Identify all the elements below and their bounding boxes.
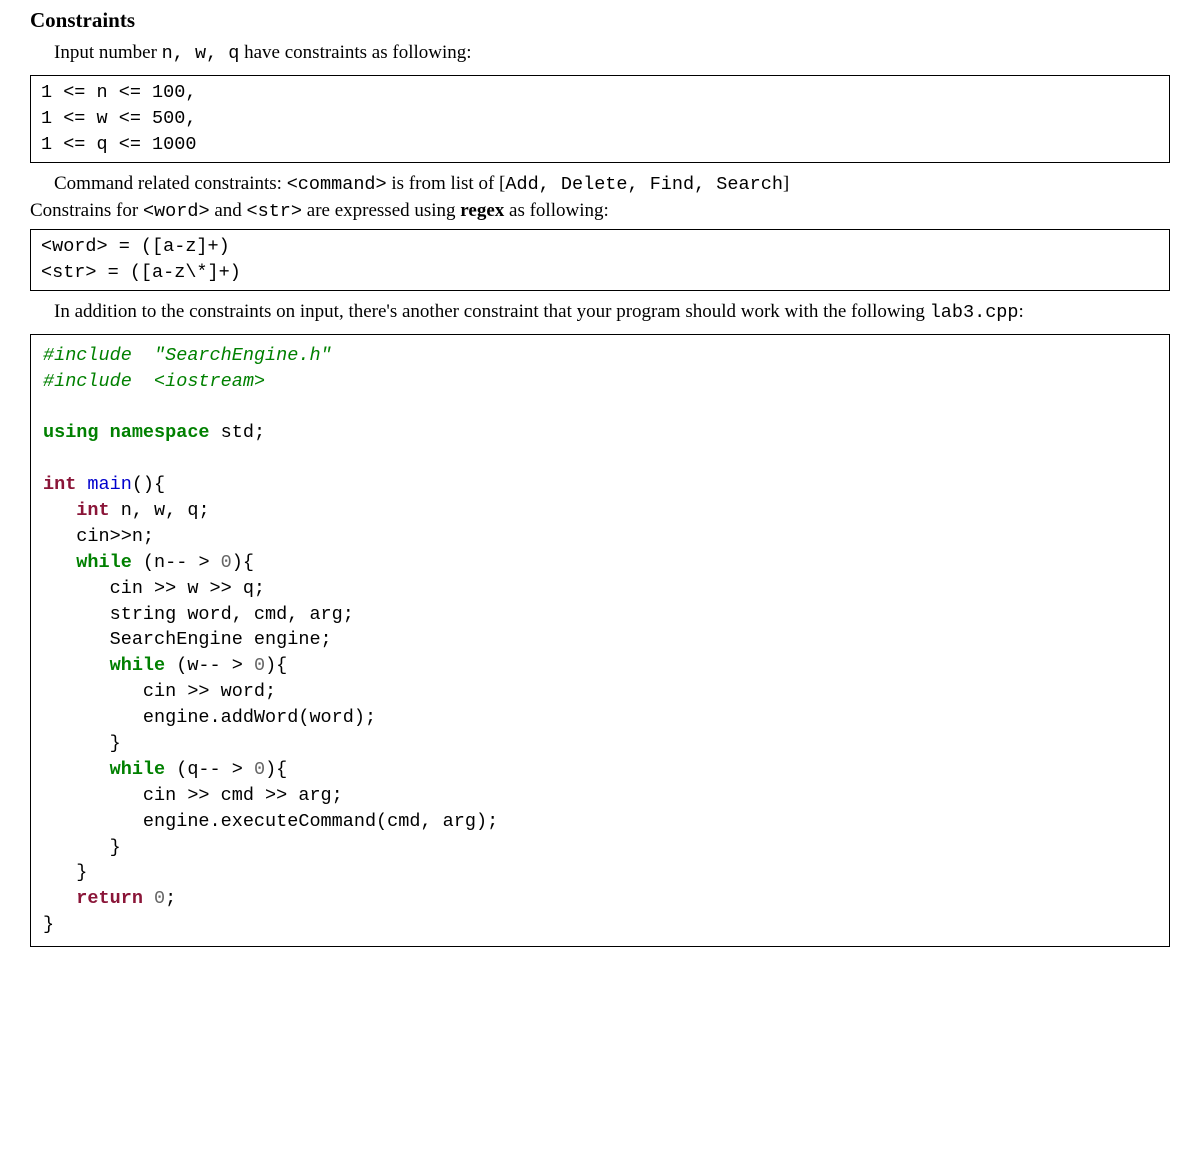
- code-l5b: n, w, q;: [110, 500, 210, 521]
- code-l6: cin>>n;: [43, 526, 154, 547]
- regex-word: regex: [460, 200, 504, 221]
- intro-pre: Input number: [54, 42, 162, 63]
- code-l7b: (n-- >: [132, 552, 221, 573]
- code-l11b: (w-- >: [165, 655, 254, 676]
- code-l18: }: [43, 837, 121, 858]
- constr2-mid: are expressed using: [302, 200, 460, 221]
- code-listing: #include "SearchEngine.h" #include <iost…: [30, 334, 1170, 947]
- code-l20a: return: [43, 888, 143, 909]
- code-l3a: using: [43, 422, 99, 443]
- code-l4a: int: [43, 474, 76, 495]
- intro-post: have constraints as following:: [239, 42, 471, 63]
- code-l2b: <iostream>: [143, 371, 265, 392]
- cmd-post: ]: [783, 173, 789, 194]
- constraints-box-1: 1 <= n <= 100, 1 <= w <= 500, 1 <= q <= …: [30, 75, 1170, 163]
- lab3-filename: lab3.cpp: [930, 302, 1019, 323]
- addl-1: In addition to the constraints on input,…: [54, 301, 930, 322]
- command-constraints-paragraph: Command related constraints: <command> i…: [30, 171, 1170, 225]
- code-l11a: while: [43, 655, 165, 676]
- code-l4c: (){: [132, 474, 165, 495]
- section-title: Constraints: [30, 6, 1170, 34]
- additional-constraint-paragraph: In addition to the constraints on input,…: [30, 299, 1170, 326]
- code-l9: string word, cmd, arg;: [43, 604, 354, 625]
- code-l12: cin >> word;: [43, 681, 276, 702]
- code-l15b: (q-- >: [165, 759, 254, 780]
- cmd-pre: Command related constraints:: [54, 173, 287, 194]
- constr2-post: as following:: [504, 200, 609, 221]
- code-l7c: 0: [221, 552, 232, 573]
- intro-vars: n, w, q: [162, 43, 240, 64]
- code-l5a: int: [43, 500, 110, 521]
- code-l19: }: [43, 862, 87, 883]
- constr2-and: and: [210, 200, 247, 221]
- code-l2a: #include: [43, 371, 143, 392]
- constr2-pre: Constrains for: [30, 200, 143, 221]
- word-tag: <word>: [143, 201, 210, 222]
- code-l7a: while: [43, 552, 132, 573]
- code-l7d: ){: [232, 552, 254, 573]
- code-l13: engine.addWord(word);: [43, 707, 376, 728]
- code-l17: engine.executeCommand(cmd, arg);: [43, 811, 498, 832]
- code-l14: }: [43, 733, 121, 754]
- code-l3c: std;: [210, 422, 266, 443]
- code-l21: }: [43, 914, 54, 935]
- command-list: Add, Delete, Find, Search: [505, 174, 783, 195]
- code-l1b: "SearchEngine.h": [143, 345, 332, 366]
- code-l4b: main: [76, 474, 132, 495]
- code-l8: cin >> w >> q;: [43, 578, 265, 599]
- cmd-mid: is from list of [: [387, 173, 506, 194]
- constraints-box-2: <word> = ([a-z]+) <str> = ([a-z\*]+): [30, 229, 1170, 291]
- addl-2: :: [1019, 301, 1024, 322]
- code-l20b: 0: [143, 888, 165, 909]
- code-l11d: ){: [265, 655, 287, 676]
- code-l10: SearchEngine engine;: [43, 629, 332, 650]
- code-l3b: namespace: [99, 422, 210, 443]
- intro-paragraph: Input number n, w, q have constraints as…: [30, 40, 1170, 67]
- code-l15a: while: [43, 759, 165, 780]
- command-tag: <command>: [287, 174, 387, 195]
- code-l15c: 0: [254, 759, 265, 780]
- code-l1a: #include: [43, 345, 143, 366]
- code-l11c: 0: [254, 655, 265, 676]
- code-l20c: ;: [165, 888, 176, 909]
- code-l15d: ){: [265, 759, 287, 780]
- str-tag: <str>: [247, 201, 303, 222]
- code-l16: cin >> cmd >> arg;: [43, 785, 343, 806]
